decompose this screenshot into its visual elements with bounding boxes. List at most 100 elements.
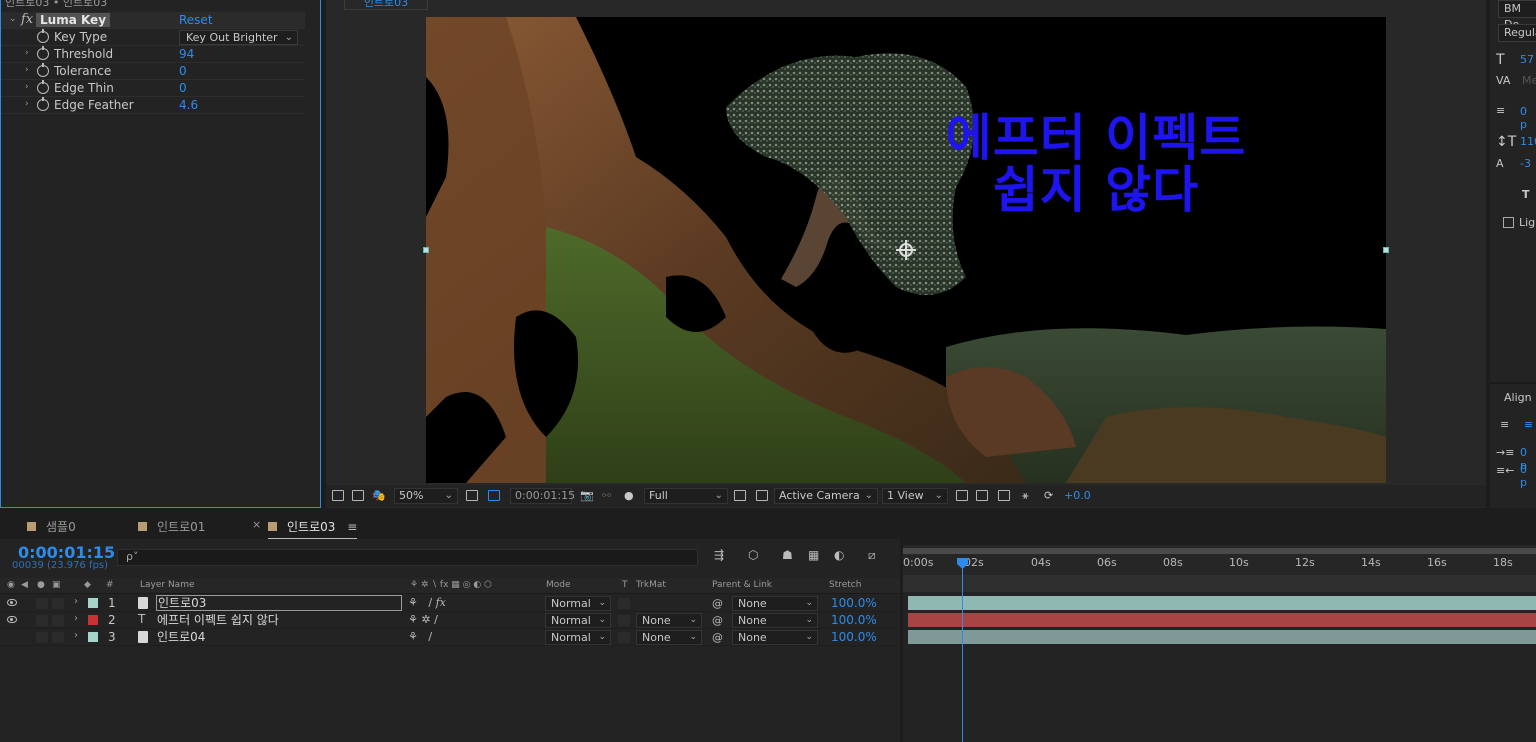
pickwhip-icon[interactable]: @: [712, 614, 723, 627]
show-snapshot-icon[interactable]: ⚯: [602, 489, 611, 502]
reset-button[interactable]: Reset: [179, 13, 213, 27]
draft-3d-icon[interactable]: ⬡: [748, 548, 758, 562]
preserve-transparency-toggle[interactable]: [618, 632, 630, 643]
effect-name[interactable]: Luma Key: [36, 13, 111, 27]
views-dropdown[interactable]: 1 View ⌄: [882, 488, 948, 504]
fast-previews-icon[interactable]: [734, 490, 746, 501]
layer-name-column[interactable]: Layer Name: [140, 580, 195, 590]
mask-icon[interactable]: 🎭: [372, 489, 386, 502]
collapse-triangle-icon[interactable]: ⌄: [9, 14, 17, 24]
region-of-interest-icon[interactable]: [466, 490, 478, 501]
pickwhip-icon[interactable]: @: [712, 631, 723, 644]
resolution-dropdown[interactable]: Full ⌄: [644, 488, 728, 504]
graph-editor-icon[interactable]: ⧄: [868, 548, 876, 563]
layer-name[interactable]: 인트로04: [156, 629, 205, 645]
anchor-point-icon[interactable]: [896, 240, 916, 260]
blend-mode-dropdown[interactable]: Normal ⌄: [545, 630, 611, 645]
comp-mini-flowchart-icon[interactable]: ⇶: [714, 548, 724, 562]
zoom-dropdown[interactable]: 50% ⌄: [394, 488, 458, 504]
solo-toggle[interactable]: [36, 615, 48, 626]
camera-snapshot-icon[interactable]: 📷: [580, 489, 594, 502]
blend-mode-dropdown[interactable]: Normal ⌄: [545, 613, 611, 628]
timeline-layer-row[interactable]: › 1 인트로03 ⚘ ∕ fx Normal ⌄ @ None ⌄ 100.0%: [0, 595, 900, 612]
grid-guides-icon[interactable]: [756, 490, 768, 501]
edge-feather-value[interactable]: 4.6: [179, 98, 198, 112]
font-size-value[interactable]: 57: [1520, 53, 1534, 66]
stretch-value[interactable]: 100.0%: [831, 596, 877, 610]
faux-bold-icon[interactable]: T: [1522, 188, 1530, 201]
eye-icon[interactable]: [7, 616, 17, 623]
vertical-scale-value[interactable]: 110: [1520, 135, 1536, 148]
shy-layers-icon[interactable]: ☗: [782, 548, 793, 562]
expand-triangle-icon[interactable]: ›: [25, 65, 29, 75]
layer-search-input[interactable]: ρ˅: [117, 549, 698, 566]
expand-triangle-icon[interactable]: ›: [25, 99, 29, 109]
font-style-field[interactable]: Regula: [1498, 24, 1536, 42]
parent-dropdown[interactable]: None ⌄: [732, 596, 818, 611]
overlay-title-text[interactable]: 에프터 이펙트 쉽지 않다: [616, 112, 1386, 216]
blend-mode-dropdown[interactable]: Normal ⌄: [545, 596, 611, 611]
timeline-layer-row[interactable]: › 2 T 에프터 이펙트 쉽지 않다 ⚘ ✲ ∕ Normal ⌄ None ⌄ …: [0, 612, 900, 629]
eye-icon[interactable]: [7, 599, 17, 606]
trkmat-column[interactable]: TrkMat: [636, 580, 666, 590]
camera-dropdown[interactable]: Active Camera ⌄: [774, 488, 878, 504]
stopwatch-icon[interactable]: [37, 46, 49, 60]
menu-icon[interactable]: ≡: [347, 520, 357, 534]
label-color-swatch[interactable]: [88, 598, 98, 608]
key-type-dropdown[interactable]: Key Out Brighter ⌄: [179, 30, 298, 45]
parent-dropdown[interactable]: None ⌄: [732, 630, 818, 645]
effect-header-luma-key[interactable]: ⌄ fx Luma Key Reset: [1, 12, 305, 29]
color-channels-icon[interactable]: ●: [624, 489, 634, 502]
reset-exposure-icon[interactable]: [998, 490, 1010, 501]
expand-triangle-icon[interactable]: ›: [25, 82, 29, 92]
stopwatch-icon[interactable]: [37, 97, 49, 111]
layer-duration-bar[interactable]: [908, 613, 1536, 627]
track-matte-dropdown[interactable]: None ⌄: [636, 630, 702, 645]
threshold-value[interactable]: 94: [179, 47, 194, 61]
stretch-value[interactable]: 100.0%: [831, 630, 877, 644]
lock-toggle[interactable]: [52, 615, 64, 626]
fx-icon[interactable]: fx: [21, 12, 33, 27]
stretch-value[interactable]: 100.0%: [831, 613, 877, 627]
layer-duration-bar[interactable]: [908, 630, 1536, 644]
label-color-swatch[interactable]: [88, 632, 98, 642]
preserve-transparency-toggle[interactable]: [618, 598, 630, 609]
tab-sample[interactable]: 샘플0: [27, 518, 76, 535]
always-preview-icon[interactable]: [332, 490, 344, 501]
expand-triangle-icon[interactable]: ›: [74, 630, 78, 641]
kerning-value[interactable]: Me: [1522, 74, 1536, 87]
frame-blending-icon[interactable]: ▦: [808, 548, 819, 562]
composition-canvas[interactable]: 에프터 이펙트 쉽지 않다: [426, 17, 1386, 483]
transform-handle[interactable]: [423, 247, 429, 253]
parent-dropdown[interactable]: None ⌄: [732, 613, 818, 628]
flowchart-icon[interactable]: [976, 490, 988, 501]
ligatures-checkbox[interactable]: [1503, 217, 1514, 228]
current-time-field[interactable]: 0:00:01:15: [510, 488, 575, 504]
exposure-icon[interactable]: ⟳: [1044, 489, 1053, 502]
label-color-swatch[interactable]: [88, 615, 98, 625]
transparency-grid-icon[interactable]: [488, 490, 500, 501]
stopwatch-icon[interactable]: [37, 29, 49, 43]
layer-name[interactable]: 에프터 이펙트 쉽지 않다: [156, 612, 279, 628]
toggle-pixel-aspect-icon[interactable]: [956, 490, 968, 501]
lock-toggle[interactable]: [52, 632, 64, 643]
layer-switches[interactable]: ⚘ ∕: [408, 630, 432, 643]
layer-switches[interactable]: ⚘ ∕ fx: [408, 596, 446, 609]
stroke-width-value[interactable]: 0 p: [1520, 105, 1536, 131]
tab-intro03[interactable]: 인트로03 ≡: [268, 518, 358, 540]
track-matte-dropdown[interactable]: None ⌄: [636, 613, 702, 628]
layer-name[interactable]: 인트로03: [156, 595, 402, 611]
expand-triangle-icon[interactable]: ›: [25, 48, 29, 58]
align-left-icon[interactable]: ≡: [1500, 418, 1509, 431]
solo-toggle[interactable]: [36, 598, 48, 609]
baseline-shift-value[interactable]: -3: [1520, 157, 1531, 170]
pickwhip-icon[interactable]: @: [712, 597, 723, 610]
work-area-bar[interactable]: [903, 548, 1536, 554]
motion-blur-icon[interactable]: ◐: [834, 548, 844, 562]
preserve-transparency-toggle[interactable]: [618, 615, 630, 626]
exposure-value[interactable]: +0.0: [1064, 489, 1091, 502]
stretch-column[interactable]: Stretch: [829, 580, 861, 590]
indent-right-value[interactable]: 0 p: [1520, 463, 1536, 489]
align-center-icon[interactable]: ≡: [1524, 418, 1533, 431]
stopwatch-icon[interactable]: [37, 80, 49, 94]
